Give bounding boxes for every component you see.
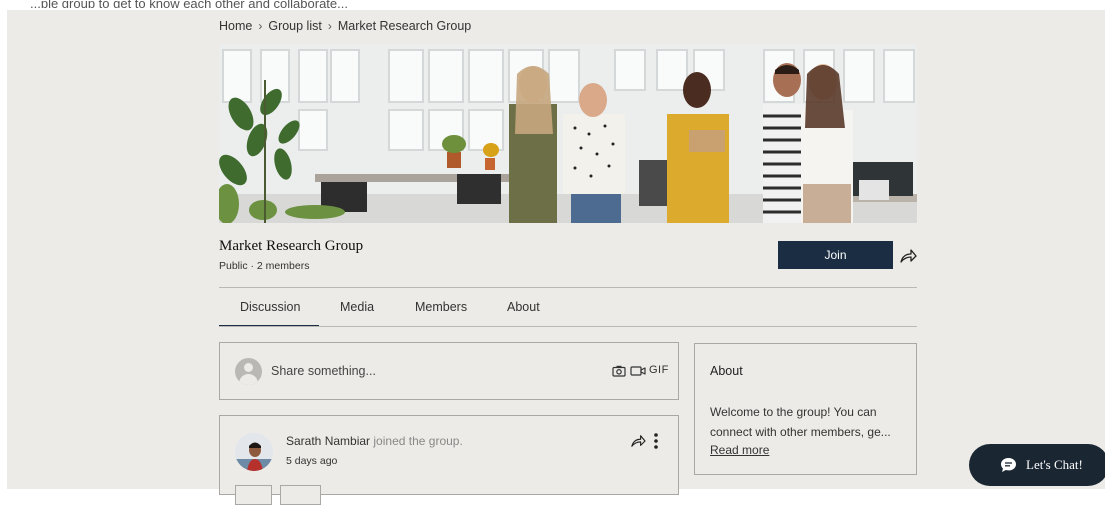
cover-photo [219, 44, 917, 223]
breadcrumb: Home › Group list › Market Research Grou… [219, 19, 471, 33]
avatar[interactable] [235, 433, 273, 471]
about-card: About Welcome to the group! You can conn… [694, 343, 917, 475]
more-icon[interactable] [653, 432, 659, 450]
reaction-button[interactable] [280, 485, 321, 505]
breadcrumb-home[interactable]: Home [219, 19, 252, 33]
tab-media[interactable]: Media [340, 300, 374, 314]
activity-post: Sarath Nambiar joined the group. 5 days … [219, 415, 679, 505]
post-author-name[interactable]: Sarath Nambiar [286, 434, 370, 448]
video-icon[interactable] [630, 365, 646, 377]
post-composer[interactable]: Share something... GIF [219, 342, 679, 400]
tab-discussion[interactable]: Discussion [240, 300, 300, 314]
group-title: Market Research Group [219, 238, 364, 254]
group-privacy-members: Public · 2 members [219, 260, 310, 272]
breadcrumb-current: Market Research Group [337, 19, 472, 33]
join-button[interactable]: Join [778, 241, 893, 269]
top-cropped-text: ...ple group to get to know each other a… [30, 0, 348, 8]
share-icon[interactable] [899, 248, 917, 264]
user-avatar-photo [235, 433, 273, 471]
post-timestamp: 5 days ago [286, 455, 338, 467]
gif-button[interactable]: GIF [649, 364, 669, 376]
breadcrumb-separator-icon: › [327, 19, 332, 33]
group-tabs: Discussion Media Members About [219, 288, 917, 327]
chat-bubble-icon [1001, 458, 1016, 472]
tab-members[interactable]: Members [415, 300, 467, 314]
chat-label: Let's Chat! [1026, 457, 1083, 472]
chat-widget-button[interactable]: Let's Chat! [969, 444, 1105, 486]
breadcrumb-group-list[interactable]: Group list [268, 19, 322, 33]
avatar-placeholder-icon [235, 358, 262, 385]
post-headline: Sarath Nambiar joined the group. [286, 434, 463, 448]
breadcrumb-separator-icon: › [258, 19, 263, 33]
read-more-link[interactable]: Read more [710, 443, 769, 457]
tabs-divider [219, 326, 917, 327]
share-icon[interactable] [630, 434, 646, 448]
share-something-input[interactable]: Share something... [271, 364, 376, 378]
about-title: About [710, 364, 743, 378]
group-cover-image [219, 44, 917, 223]
camera-icon[interactable] [612, 365, 626, 377]
post-action-text: joined the group. [373, 434, 463, 448]
tab-about[interactable]: About [507, 300, 540, 314]
about-description: Welcome to the group! You can connect wi… [710, 405, 891, 439]
reaction-button[interactable] [235, 485, 272, 505]
